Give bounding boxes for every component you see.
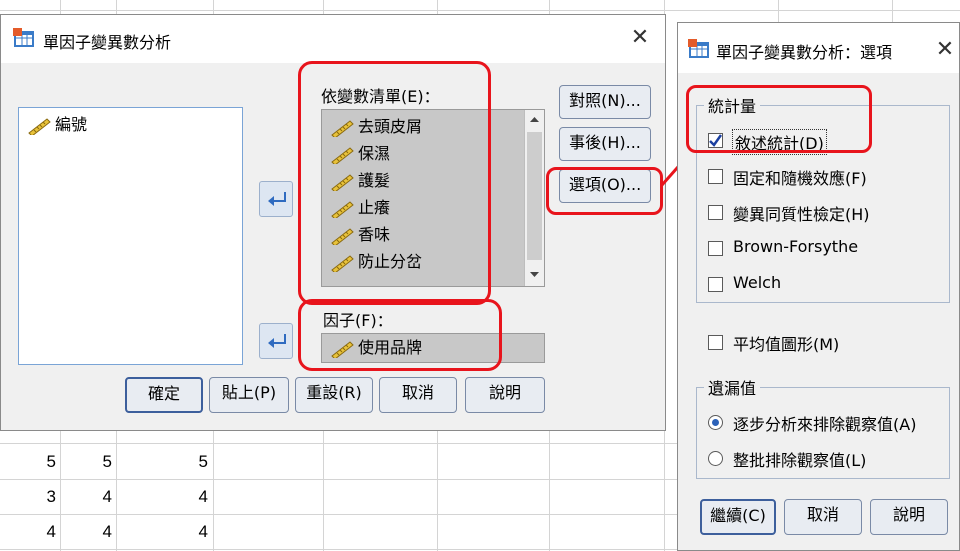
table-cell[interactable]: 5	[30, 452, 56, 472]
radio-dot	[712, 419, 719, 426]
arrow-left-icon	[268, 192, 286, 206]
scale-ruler-icon	[28, 117, 51, 135]
oneway-anova-dialog: 單因子變異數分析 ✕ 編號 依變數清單(E)： 去頭皮屑 保濕 護髮 止癢 香味…	[0, 14, 666, 431]
table-cell[interactable]: 4	[80, 522, 112, 542]
table-cell[interactable]: 4	[80, 487, 112, 507]
fixed-random-label[interactable]: 固定和隨機效應(F)	[733, 165, 867, 189]
dependent-list-highlight	[298, 61, 491, 305]
brown-forsythe-checkbox[interactable]	[708, 241, 723, 256]
descriptive-highlight	[686, 85, 872, 153]
homogeneity-checkbox[interactable]	[708, 205, 723, 220]
table-cell[interactable]: 4	[30, 522, 56, 542]
table-cell[interactable]: 3	[30, 487, 56, 507]
arrow-left-icon	[268, 334, 286, 348]
table-cell[interactable]: 5	[160, 452, 208, 472]
factor-highlight	[298, 299, 502, 371]
spss-app-icon	[688, 39, 709, 58]
list-item[interactable]: 編號	[27, 112, 87, 138]
exclude-analysis-radio[interactable]	[708, 415, 723, 430]
paste-button[interactable]: 貼上(P)	[209, 377, 289, 413]
move-to-factor-button[interactable]	[259, 323, 293, 359]
means-plot-checkbox[interactable]	[708, 335, 723, 350]
cancel-button[interactable]: 取消	[379, 377, 457, 413]
title-bar[interactable]: 單因子變異數分析 ✕	[1, 15, 665, 63]
scroll-thumb[interactable]	[527, 132, 542, 260]
cancel-button[interactable]: 取消	[784, 499, 862, 535]
close-icon[interactable]: ✕	[625, 23, 655, 53]
dialog-title: 單因子變異數分析	[43, 33, 172, 52]
table-cell[interactable]: 4	[160, 522, 208, 542]
grid-line	[0, 10, 960, 11]
exclude-analysis-label[interactable]: 逐步分析來排除觀察值(A)	[733, 411, 916, 435]
help-button[interactable]: 說明	[465, 377, 545, 413]
options-dialog: 單因子變異數分析：選項 ✕ 統計量 敘述統計(D) 固定和隨機效應(F) 變異同…	[677, 22, 960, 551]
exclude-listwise-label[interactable]: 整批排除觀察值(L)	[733, 447, 866, 471]
source-variable-list[interactable]: 編號	[18, 107, 243, 365]
fixed-random-checkbox[interactable]	[708, 169, 723, 184]
spss-app-icon	[13, 28, 34, 47]
brown-forsythe-label[interactable]: Brown-Forsythe	[733, 237, 858, 256]
ok-button[interactable]: 確定	[125, 377, 203, 413]
continue-button[interactable]: 繼續(C)	[700, 499, 776, 535]
contrast-button[interactable]: 對照(N)...	[559, 85, 651, 119]
welch-label[interactable]: Welch	[733, 273, 781, 292]
welch-checkbox[interactable]	[708, 277, 723, 292]
table-cell[interactable]: 4	[160, 487, 208, 507]
dialog-title: 單因子變異數分析：選項	[716, 43, 893, 62]
help-button[interactable]: 說明	[870, 499, 948, 535]
table-cell[interactable]: 5	[80, 452, 112, 472]
reset-button[interactable]: 重設(R)	[295, 377, 373, 413]
homogeneity-label[interactable]: 變異同質性檢定(H)	[733, 201, 870, 225]
means-plot-label[interactable]: 平均值圖形(M)	[733, 331, 839, 355]
scroll-up-icon[interactable]	[527, 112, 542, 128]
posthoc-button[interactable]: 事後(H)...	[559, 127, 651, 161]
exclude-listwise-radio[interactable]	[708, 451, 723, 466]
missing-values-group-title: 遺漏值	[704, 375, 761, 399]
options-button-highlight	[546, 167, 663, 215]
title-bar[interactable]: 單因子變異數分析：選項 ✕	[678, 23, 959, 73]
variable-label: 編號	[55, 115, 88, 134]
scroll-down-icon[interactable]	[527, 266, 542, 282]
vertical-scrollbar[interactable]	[524, 110, 544, 286]
close-icon[interactable]: ✕	[930, 35, 960, 65]
move-to-dependent-button[interactable]	[259, 181, 293, 217]
